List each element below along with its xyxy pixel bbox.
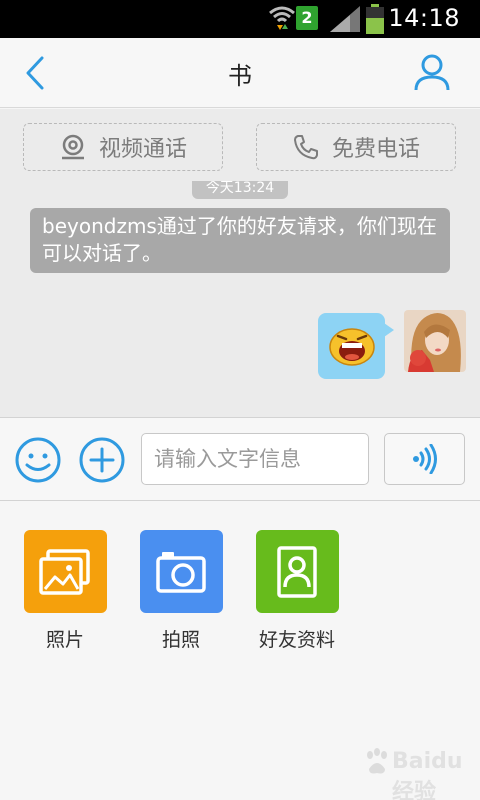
- voice-button[interactable]: [384, 433, 465, 485]
- message-input[interactable]: [141, 433, 369, 485]
- photos-label: 照片: [45, 629, 84, 651]
- battery-icon: [366, 4, 384, 34]
- more-options-button[interactable]: [78, 436, 126, 484]
- watermark-text: Baidu 经验: [392, 749, 463, 800]
- emoji-button[interactable]: [14, 436, 62, 484]
- paw-icon: [367, 748, 387, 774]
- camera-label: 拍照: [161, 629, 200, 651]
- sim-indicator: 2: [296, 6, 318, 30]
- message-timestamp: 今天13:24: [192, 181, 288, 199]
- title-bar: 书: [0, 38, 480, 108]
- chat-area[interactable]: 视频通话 免费电话 今天13:24 beyondzms通过了你的好友请求，你们现…: [0, 109, 480, 417]
- clock: 14:18: [388, 4, 460, 32]
- sticker-message[interactable]: [318, 313, 394, 379]
- contact-card-icon: [255, 530, 339, 613]
- voice-wave-icon: [412, 444, 437, 474]
- free-call-button[interactable]: 免费电话: [256, 123, 456, 171]
- laughing-emoji-icon: [329, 328, 375, 366]
- photos-option[interactable]: 照片: [20, 530, 110, 652]
- signal-icon: [330, 6, 360, 32]
- system-message: beyondzms通过了你的好友请求，你们现在可以对话了。: [30, 208, 450, 273]
- avatar[interactable]: [404, 310, 466, 372]
- friend-profile-label: 好友资料: [258, 629, 335, 651]
- baidu-watermark: Baidu 经验: [364, 745, 464, 800]
- video-camera-icon: [61, 134, 84, 160]
- photo-icon: [23, 530, 107, 613]
- free-call-label: 免费电话: [331, 137, 420, 162]
- status-bar: 2 14:18: [0, 0, 480, 38]
- video-call-button[interactable]: 视频通话: [23, 123, 223, 171]
- phone-icon: [293, 135, 318, 160]
- page-title: 书: [228, 62, 252, 90]
- camera-icon: [139, 530, 223, 613]
- wifi-icon: [269, 6, 295, 30]
- camera-option[interactable]: 拍照: [136, 530, 226, 652]
- friend-profile-option[interactable]: 好友资料: [252, 530, 342, 652]
- profile-button[interactable]: [412, 52, 452, 94]
- video-call-label: 视频通话: [98, 137, 187, 162]
- composer-bar: [0, 417, 480, 501]
